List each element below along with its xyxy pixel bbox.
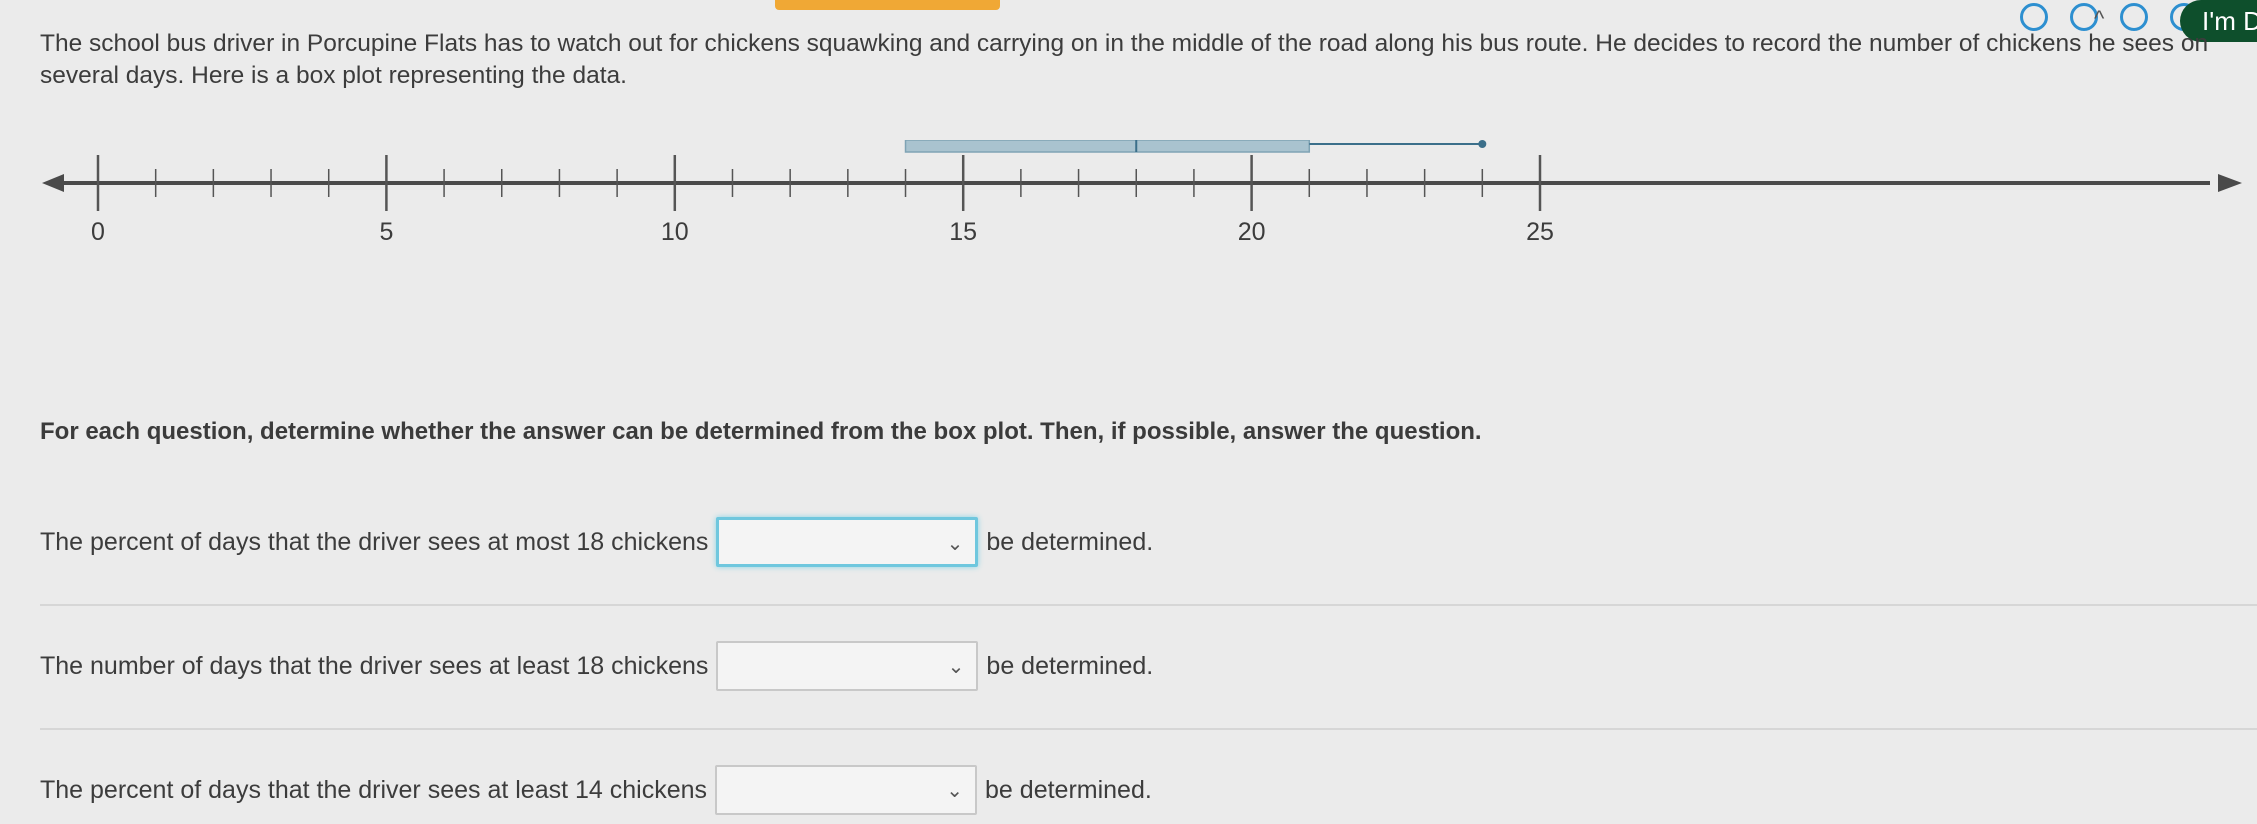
tick-label: 20 xyxy=(1238,218,1266,246)
can-cannot-select[interactable]: ⌄ xyxy=(716,517,979,567)
tick-label: 25 xyxy=(1526,218,1554,246)
progress-dot[interactable] xyxy=(2020,3,2048,31)
tick-label: 0 xyxy=(91,218,105,246)
divider xyxy=(40,604,2257,606)
question-tail: be determined. xyxy=(986,527,1154,556)
can-cannot-select[interactable]: ⌄ xyxy=(715,765,978,815)
tick-label: 15 xyxy=(949,218,977,246)
tick-label: 5 xyxy=(379,218,393,246)
divider xyxy=(40,728,2257,730)
question-row: The number of days that the driver sees … xyxy=(40,636,1153,696)
question-text: The percent of days that the driver sees… xyxy=(40,775,708,804)
chevron-down-icon: ⌄ xyxy=(946,780,964,802)
tick-label: 10 xyxy=(661,218,689,246)
instructions: For each question, determine whether the… xyxy=(40,418,1482,445)
top-tab[interactable] xyxy=(775,0,1000,10)
question-text: The percent of days that the driver sees… xyxy=(40,527,709,556)
chevron-down-icon: ⌄ xyxy=(946,533,964,555)
question-tail: be determined. xyxy=(986,651,1154,680)
chevron-down-icon: ⌄ xyxy=(947,656,965,678)
can-cannot-select[interactable]: ⌄ xyxy=(716,641,979,691)
max-point xyxy=(1478,140,1487,148)
problem-intro: The school bus driver in Porcupine Flats… xyxy=(40,30,2209,89)
axis-arrow-left-icon xyxy=(42,174,64,192)
question-text: The number of days that the driver sees … xyxy=(40,651,709,680)
box-plot: 0 5 10 15 20 25 xyxy=(42,140,2257,340)
axis-arrow-right-icon xyxy=(2218,174,2242,192)
question-row: The percent of days that the driver sees… xyxy=(40,760,1152,820)
iqr-box xyxy=(904,140,1311,153)
question-tail: be determined. xyxy=(985,775,1152,804)
box-plot-svg: 0 5 10 15 20 25 xyxy=(42,140,2242,246)
question-row: The percent of days that the driver sees… xyxy=(40,512,1153,572)
progress-dot[interactable] xyxy=(2120,3,2148,31)
